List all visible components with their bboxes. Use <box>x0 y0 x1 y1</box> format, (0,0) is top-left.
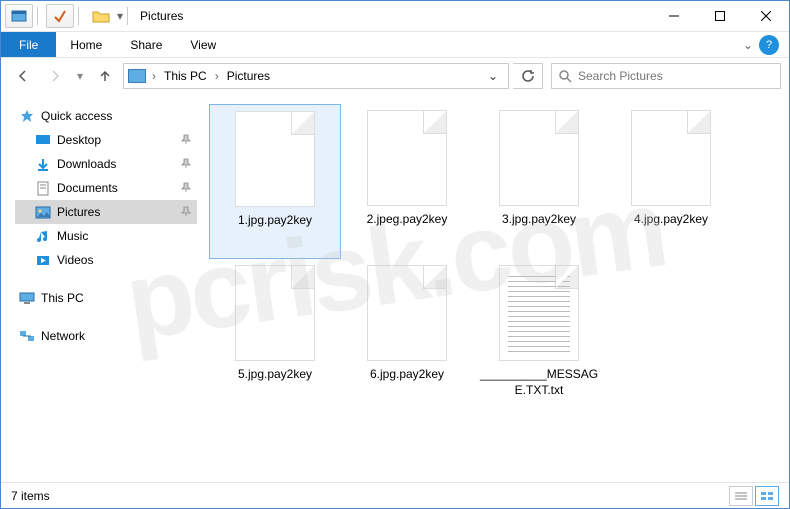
address-bar-row: ▾ › This PC › Pictures ⌄ Search Pictures <box>1 58 789 94</box>
qat-dropdown-icon[interactable]: ▾ <box>117 9 123 23</box>
file-name: __________MESSAGE.TXT.txt <box>479 367 599 398</box>
videos-icon <box>35 252 51 268</box>
content-area: Quick access Desktop Downloads Documents Pi… <box>1 94 789 480</box>
network-icon <box>19 328 35 344</box>
details-view-button[interactable] <box>729 486 753 506</box>
sidebar-item-label: Videos <box>57 253 93 267</box>
pin-icon <box>181 134 191 147</box>
file-item[interactable]: 2.jpeg.pay2key <box>341 104 473 259</box>
this-pc-label: This PC <box>41 291 84 305</box>
sidebar-item-desktop[interactable]: Desktop <box>15 128 197 152</box>
breadcrumb-drop-icon[interactable]: ⌄ <box>482 69 504 83</box>
file-item[interactable]: 5.jpg.pay2key <box>209 259 341 414</box>
pin-icon <box>181 182 191 195</box>
file-item[interactable]: 3.jpg.pay2key <box>473 104 605 259</box>
downloads-icon <box>35 156 51 172</box>
window-title: Pictures <box>140 9 183 23</box>
help-icon[interactable]: ? <box>759 35 779 55</box>
file-name: 6.jpg.pay2key <box>370 367 444 383</box>
file-name: 1.jpg.pay2key <box>238 213 312 229</box>
sidebar-item-music[interactable]: Music <box>15 224 197 248</box>
status-bar: 7 items <box>1 482 789 508</box>
desktop-icon <box>35 132 51 148</box>
file-thumbnail-icon <box>499 265 579 361</box>
file-thumbnail-icon <box>235 111 315 207</box>
sidebar-item-label: Pictures <box>57 205 100 219</box>
this-pc-item[interactable]: This PC <box>15 286 197 310</box>
quick-access-label: Quick access <box>41 109 112 123</box>
sidebar-item-downloads[interactable]: Downloads <box>15 152 197 176</box>
network-label: Network <box>41 329 85 343</box>
forward-button[interactable] <box>41 62 69 90</box>
file-thumbnail-icon <box>235 265 315 361</box>
qat-folder-icon[interactable] <box>87 4 115 28</box>
file-name: 4.jpg.pay2key <box>634 212 708 228</box>
breadcrumb-item[interactable]: This PC <box>162 69 209 83</box>
file-name: 5.jpg.pay2key <box>238 367 312 383</box>
tab-view[interactable]: View <box>176 32 230 57</box>
search-placeholder: Search Pictures <box>578 69 663 83</box>
file-name: 3.jpg.pay2key <box>502 212 576 228</box>
file-item[interactable]: 4.jpg.pay2key <box>605 104 737 259</box>
minimize-button[interactable] <box>651 1 697 31</box>
file-item[interactable]: 6.jpg.pay2key <box>341 259 473 414</box>
breadcrumb[interactable]: › This PC › Pictures ⌄ <box>123 63 509 89</box>
file-tab[interactable]: File <box>1 32 56 57</box>
file-name: 2.jpeg.pay2key <box>367 212 448 228</box>
file-thumbnail-icon <box>367 110 447 206</box>
file-thumbnail-icon <box>367 265 447 361</box>
qat-properties-icon[interactable] <box>46 4 74 28</box>
chevron-right-icon[interactable]: › <box>148 69 160 83</box>
file-thumbnail-icon <box>499 110 579 206</box>
recent-dropdown-icon[interactable]: ▾ <box>73 62 87 90</box>
thumbnails-view-button[interactable] <box>755 486 779 506</box>
back-button[interactable] <box>9 62 37 90</box>
breadcrumb-item[interactable]: Pictures <box>225 69 272 83</box>
maximize-button[interactable] <box>697 1 743 31</box>
tab-share[interactable]: Share <box>116 32 176 57</box>
navigation-pane: Quick access Desktop Downloads Documents Pi… <box>1 94 201 480</box>
sidebar-item-label: Downloads <box>57 157 116 171</box>
pc-icon <box>19 290 35 306</box>
up-button[interactable] <box>91 62 119 90</box>
file-item[interactable]: 1.jpg.pay2key <box>209 104 341 259</box>
chevron-right-icon[interactable]: › <box>211 69 223 83</box>
network-item[interactable]: Network <box>15 324 197 348</box>
tab-home[interactable]: Home <box>56 32 116 57</box>
close-button[interactable] <box>743 1 789 31</box>
quick-access-toolbar: ▾ <box>1 1 123 31</box>
item-count: 7 items <box>11 489 50 503</box>
sidebar-item-label: Desktop <box>57 133 101 147</box>
window-controls <box>651 1 789 31</box>
sidebar-item-label: Music <box>57 229 88 243</box>
ribbon-tabs: File Home Share View ⌄ ? <box>1 32 789 58</box>
sidebar-item-pictures[interactable]: Pictures <box>15 200 197 224</box>
ribbon-expand-icon[interactable]: ⌄ <box>743 38 753 52</box>
star-icon <box>19 108 35 124</box>
pictures-folder-icon <box>128 69 146 83</box>
qat-explorer-icon[interactable] <box>5 4 33 28</box>
title-bar: ▾ Pictures <box>1 1 789 32</box>
sidebar-item-label: Documents <box>57 181 118 195</box>
documents-icon <box>35 180 51 196</box>
pictures-icon <box>35 204 51 220</box>
refresh-button[interactable] <box>513 63 543 89</box>
quick-access-group[interactable]: Quick access <box>15 104 197 128</box>
sidebar-item-documents[interactable]: Documents <box>15 176 197 200</box>
pin-icon <box>181 206 191 219</box>
music-icon <box>35 228 51 244</box>
sidebar-item-videos[interactable]: Videos <box>15 248 197 272</box>
search-icon <box>558 69 572 83</box>
file-item[interactable]: __________MESSAGE.TXT.txt <box>473 259 605 414</box>
pin-icon <box>181 158 191 171</box>
file-thumbnail-icon <box>631 110 711 206</box>
file-list[interactable]: 1.jpg.pay2key 2.jpeg.pay2key 3.jpg.pay2key… <box>201 94 789 480</box>
search-input[interactable]: Search Pictures <box>551 63 781 89</box>
